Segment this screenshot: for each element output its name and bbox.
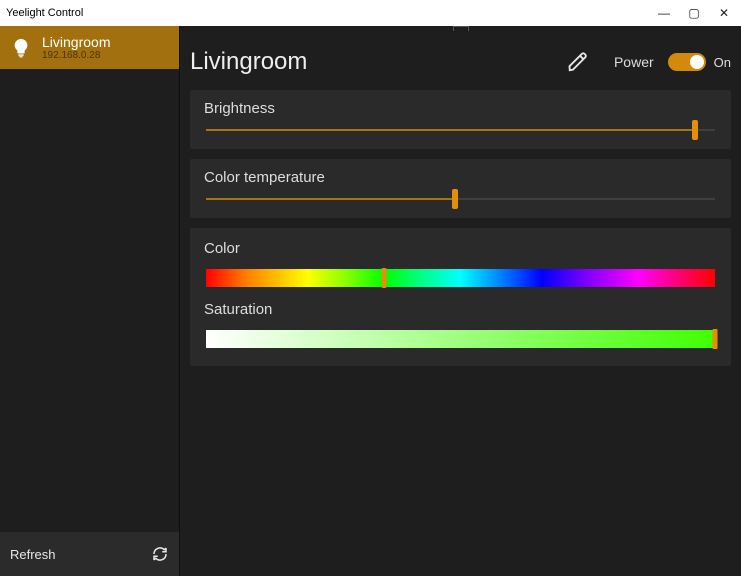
saturation-thumb[interactable] — [713, 329, 718, 349]
bulb-icon — [10, 37, 32, 59]
color-label: Color — [204, 240, 717, 257]
brightness-thumb[interactable] — [692, 120, 698, 140]
color-temp-label: Color temperature — [204, 169, 717, 186]
device-name: Livingroom — [42, 34, 110, 50]
device-item-livingroom[interactable]: Livingroom 192.168.0.28 — [0, 26, 179, 69]
brightness-slider[interactable] — [206, 129, 715, 131]
window-title: Yeelight Control — [6, 7, 649, 19]
refresh-button[interactable]: Refresh — [0, 532, 179, 576]
power-toggle[interactable] — [668, 53, 706, 71]
color-temp-thumb[interactable] — [452, 189, 458, 209]
color-temp-panel: Color temperature — [190, 159, 731, 218]
close-button[interactable]: ✕ — [709, 6, 739, 20]
device-ip: 192.168.0.28 — [42, 50, 110, 61]
window-titlebar: Yeelight Control — ▢ ✕ — [0, 0, 741, 26]
edit-name-button[interactable] — [562, 46, 594, 78]
refresh-label: Refresh — [10, 547, 151, 562]
pencil-icon — [567, 51, 589, 73]
brightness-label: Brightness — [204, 100, 717, 117]
brightness-panel: Brightness — [190, 90, 731, 149]
sidebar: Livingroom 192.168.0.28 Refresh — [0, 26, 180, 576]
color-temp-slider[interactable] — [206, 198, 715, 200]
hue-slider[interactable] — [206, 269, 715, 287]
saturation-label: Saturation — [204, 301, 717, 318]
maximize-button[interactable]: ▢ — [679, 6, 709, 20]
drag-nub-icon[interactable] — [452, 26, 470, 32]
saturation-slider[interactable] — [206, 330, 715, 348]
color-panel: Color Saturation — [190, 228, 731, 366]
room-title: Livingroom — [190, 48, 548, 76]
hue-thumb[interactable] — [382, 268, 387, 288]
power-label: Power — [614, 54, 654, 70]
minimize-button[interactable]: — — [649, 6, 679, 20]
refresh-icon — [151, 545, 169, 563]
power-state: On — [714, 55, 731, 70]
content-area: Livingroom Power On Brightness — [180, 26, 741, 576]
